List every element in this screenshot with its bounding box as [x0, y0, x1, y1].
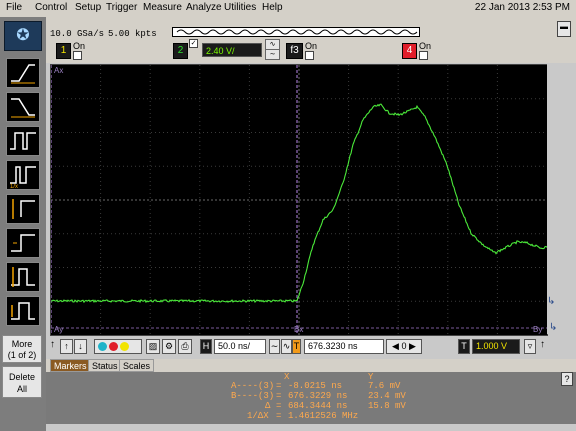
memory-depth: 5.00 kpts [108, 29, 157, 39]
channel-2-checkbox[interactable]: ✓ [189, 39, 198, 48]
channel-selector-value: 0 [401, 341, 407, 351]
marker-a-equals: = [276, 381, 282, 391]
up-arrow-icon[interactable]: ↑ [50, 339, 55, 350]
marker-inverse-x: 1.4612526 MHz [288, 411, 359, 421]
menu-setup[interactable]: Setup [75, 2, 101, 13]
marker-arrow-icon: ↳ [547, 296, 556, 307]
horizontal-label: H [200, 339, 212, 354]
marker-delta-x: 684.3444 ns [288, 401, 348, 411]
menu-measure[interactable]: Measure [143, 2, 182, 13]
trigger-level-input[interactable]: 1.000 V [472, 339, 520, 354]
trigger-label: T [458, 339, 470, 354]
tab-markers[interactable]: Markers [50, 359, 91, 372]
timeout-trigger-icon[interactable] [6, 262, 40, 292]
menu-trigger[interactable]: Trigger [106, 2, 137, 13]
waveform-graticule [50, 65, 548, 335]
channel-2-scale-input[interactable]: 2.40 V/ [202, 43, 262, 57]
tab-scales[interactable]: Scales [119, 359, 155, 372]
bottom-tabs: Markers Status Scales [46, 359, 576, 372]
menu-utilities[interactable]: Utilities [224, 2, 256, 13]
menu-help[interactable]: Help [262, 2, 283, 13]
marker-ay-label: Ay [54, 325, 64, 334]
marker-delta-label: Δ [265, 401, 271, 411]
delete-label-line1: Delete [8, 372, 35, 382]
setup-hold-trigger-icon[interactable] [6, 194, 40, 224]
marker-bx-label: Bx [294, 325, 304, 334]
right-scale-strip: ↳ ↳ [547, 64, 576, 334]
trigger-marker-tag: T [292, 339, 301, 354]
marker-delta-y: 15.8 mV [368, 401, 406, 411]
sample-rate: 10.0 GSa/s [50, 29, 105, 39]
channel-header: 10.0 GSa/s 5.00 kpts 1 On 2 ✓ 2.40 V/ ∿ … [46, 17, 576, 63]
channel-1-on-label: On [73, 41, 86, 51]
channel-4-button[interactable]: 4 [402, 43, 417, 59]
color-red-icon[interactable] [109, 342, 118, 351]
marker-a-x: -8.0215 ns [288, 381, 343, 391]
color-yellow-icon[interactable] [120, 342, 129, 351]
function-3-on-label: On [305, 41, 318, 51]
channel-selector[interactable]: ◀ 0 ▶ [386, 339, 422, 354]
zoom-up-icon[interactable]: ↑ [60, 339, 73, 354]
color-palette-group[interactable] [94, 339, 142, 354]
acquisition-logo-icon[interactable]: ✪ [4, 21, 42, 51]
prev-arrow-icon[interactable]: ◀ [392, 341, 399, 351]
marker-tool-icon[interactable]: ▨ [146, 339, 160, 354]
channel-4-on-label: On [419, 41, 432, 51]
control-bar: ↑ ↑ ↓ ▨ ⚙ ⎙ H 50.0 ns/ ∼ ∿ T 676.3230 ns… [46, 336, 576, 358]
delete-label-line2: All [16, 384, 27, 394]
glitch-trigger-icon[interactable]: 1/x [6, 160, 40, 190]
waveform-display[interactable]: Ax Ay Bx By [50, 64, 548, 336]
runt-trigger-icon[interactable] [6, 228, 40, 258]
function-3-button[interactable]: f3 [286, 43, 303, 59]
marker-inverse-label: 1/ΔX [247, 411, 269, 421]
menu-analyze[interactable]: Analyze [186, 2, 222, 13]
marker-a-y: 7.6 mV [368, 381, 401, 391]
pulse-width-trigger-icon[interactable] [6, 126, 40, 156]
marker-arrow-icon-2: ↳ [549, 322, 558, 333]
time-overview-bar[interactable] [172, 27, 420, 37]
markers-panel: ? X Y A----(3) = -8.0215 ns 7.6 mV B----… [46, 372, 576, 424]
measure-tool-icon[interactable]: ⚙ [162, 339, 176, 354]
marker-by-label: By [533, 325, 543, 334]
marker-inverse-equals: = [276, 411, 282, 421]
menu-control[interactable]: Control [35, 2, 67, 13]
horizontal-position-input[interactable]: 676.3230 ns [304, 339, 384, 354]
marker-b-label: B----(3) [231, 391, 275, 401]
channel-1-checkbox[interactable] [73, 51, 82, 60]
more-label: More [11, 339, 33, 349]
menu-bar: File Control Setup Trigger Measure Analy… [0, 0, 576, 18]
window-trigger-icon[interactable] [6, 296, 40, 326]
delete-all-button[interactable]: Delete All [2, 366, 42, 398]
color-cyan-icon[interactable] [98, 342, 107, 351]
function-3-checkbox[interactable] [305, 51, 314, 60]
channel-1-button[interactable]: 1 [56, 43, 71, 59]
print-icon[interactable]: ⎙ [178, 339, 192, 354]
trigger-slope-icon[interactable]: ▿ [524, 339, 536, 354]
channel-2-button[interactable]: 2 [173, 43, 188, 59]
minimize-icon[interactable]: ▬ [557, 21, 571, 37]
tab-status[interactable]: Status [88, 359, 122, 372]
svg-text:1/x: 1/x [10, 184, 18, 189]
marker-b-equals: = [276, 391, 282, 401]
delay-ref-right-icon[interactable]: ∿ [281, 339, 292, 354]
zoom-down-icon[interactable]: ↓ [74, 339, 87, 354]
date-time: 22 Jan 2013 2:53 PM [474, 2, 570, 13]
channel-2-coupling-dc-icon[interactable]: ∼ [265, 49, 280, 60]
trigger-up-arrow-icon[interactable]: ↑ [540, 339, 545, 350]
menu-file[interactable]: File [6, 2, 22, 13]
edge-trigger-falling-icon[interactable] [6, 92, 40, 122]
marker-ax-label: Ax [54, 66, 64, 75]
more-button[interactable]: More (1 of 2) [2, 335, 42, 363]
delay-ref-left-icon[interactable]: ∼ [269, 339, 280, 354]
edge-trigger-rising-icon[interactable] [6, 58, 40, 88]
marker-delta-equals: = [276, 401, 282, 411]
next-arrow-icon[interactable]: ▶ [409, 341, 416, 351]
marker-b-y: 23.4 mV [368, 391, 406, 401]
more-page-label: (1 of 2) [7, 350, 37, 360]
channel-4-checkbox[interactable] [419, 51, 428, 60]
help-icon[interactable]: ? [561, 372, 573, 386]
horizontal-scale-input[interactable]: 50.0 ns/ [214, 339, 266, 354]
marker-a-label: A----(3) [231, 381, 275, 391]
marker-b-x: 676.3229 ns [288, 391, 348, 401]
